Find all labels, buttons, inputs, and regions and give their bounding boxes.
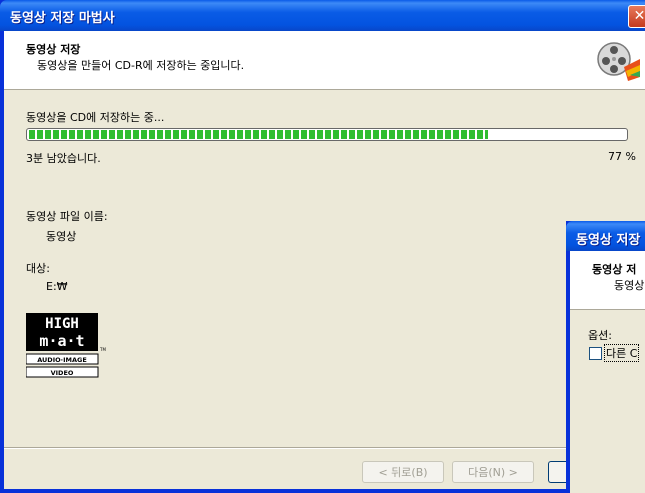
back-button[interactable]: < 뒤로(B): [362, 461, 444, 483]
window-title: 동영상 저장 마법사: [10, 11, 115, 26]
second-header-subtitle: 동영상: [614, 279, 645, 292]
logo-line4: VIDEO: [51, 369, 74, 377]
next-button[interactable]: 다음(N) >: [452, 461, 534, 483]
footer-divider: [4, 447, 645, 449]
second-wizard-window: 동영상 저장 동영상 저 동영상 옵션: 다른 C: [566, 221, 645, 493]
title-bar[interactable]: 동영상 저장 마법사 ✕: [0, 0, 645, 31]
other-cd-checkbox[interactable]: 다른 C: [589, 344, 640, 362]
wizard-window: 동영상 저장 마법사 ✕ 동영상 저장 동영상을 만들어 CD-R에 저장하는 …: [0, 0, 645, 493]
progress-bar: [26, 128, 628, 141]
close-button[interactable]: ✕: [628, 5, 645, 28]
highmat-logo: HIGH m·a·t TM AUDIO·IMAGE VIDEO: [26, 313, 106, 378]
progress-fill: [29, 130, 488, 139]
logo-line3: AUDIO·IMAGE: [37, 356, 87, 364]
header-subtitle: 동영상을 만들어 CD-R에 저장하는 중입니다.: [37, 59, 245, 72]
progress-percent: 77 %: [608, 150, 636, 163]
second-window-title: 동영상 저장: [576, 233, 641, 248]
logo-line2: m·a·t: [39, 332, 84, 350]
target-value: E:₩: [46, 280, 68, 293]
target-label: 대상:: [26, 262, 50, 275]
logo-line1: HIGH: [45, 316, 79, 332]
second-title-bar[interactable]: 동영상 저장: [566, 221, 645, 251]
checkbox-box[interactable]: [589, 346, 602, 360]
header-title: 동영상 저장: [26, 43, 81, 56]
second-wizard-body: 동영상 저 동영상 옵션: 다른 C: [570, 251, 645, 493]
wizard-header: 동영상 저장 동영상을 만들어 CD-R에 저장하는 중입니다.: [4, 31, 645, 90]
file-name-label: 동영상 파일 이름:: [26, 210, 108, 223]
film-reel-icon: [597, 42, 640, 81]
wizard-body: 동영상 저장 동영상을 만들어 CD-R에 저장하는 중입니다. 동영상을 CD…: [4, 31, 645, 489]
file-name-value: 동영상: [46, 230, 77, 243]
logo-tm: TM: [99, 347, 106, 352]
time-remaining: 3분 남았습니다.: [26, 152, 101, 165]
second-wizard-header: 동영상 저 동영상: [570, 251, 645, 310]
options-label: 옵션:: [588, 329, 612, 342]
checkbox-label: 다른 C: [604, 344, 640, 362]
second-header-title: 동영상 저: [592, 263, 637, 276]
progress-status: 동영상을 CD에 저장하는 중...: [26, 111, 165, 124]
